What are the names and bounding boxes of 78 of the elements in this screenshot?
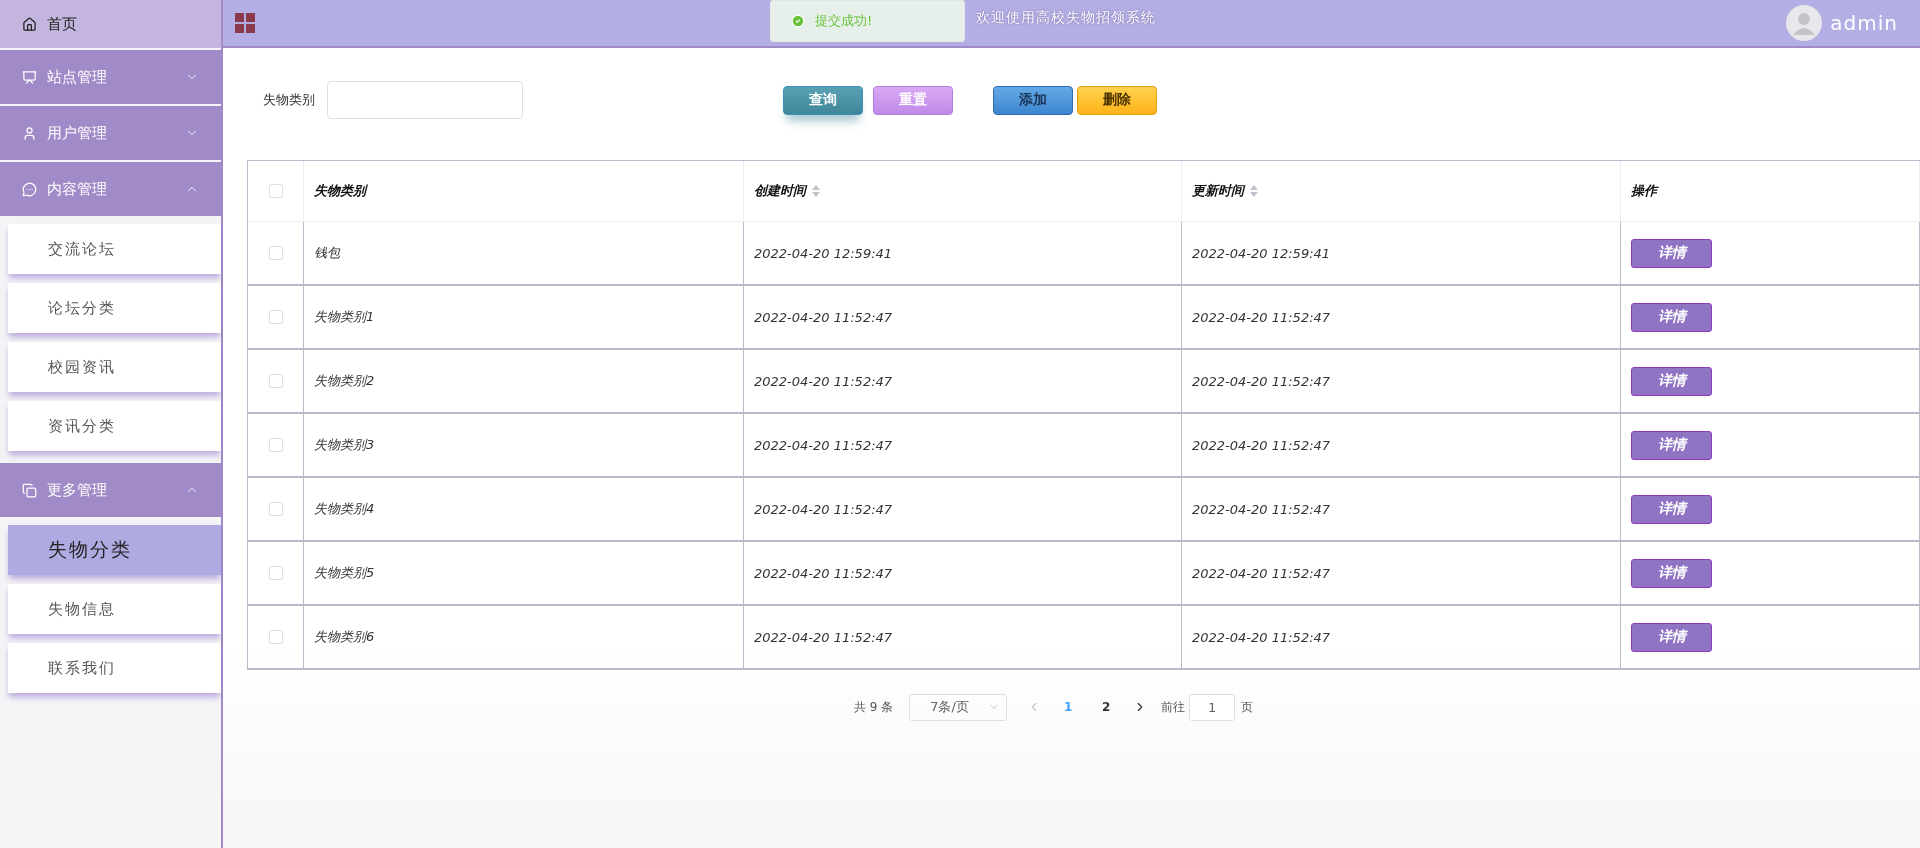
sidebar-item[interactable]: 交流论坛 xyxy=(8,224,221,274)
success-icon xyxy=(791,14,805,28)
copy-icon xyxy=(22,482,37,498)
table-cell: 2022-04-20 11:52:47 xyxy=(1192,309,1331,325)
row-checkbox[interactable] xyxy=(268,310,283,324)
table-cell: 2022-04-20 11:52:47 xyxy=(754,629,893,645)
row-checkbox[interactable] xyxy=(268,374,283,388)
table-cell: 失物类别2 xyxy=(314,372,375,390)
table-cell: 2022-04-20 11:52:47 xyxy=(1192,565,1331,581)
row-checkbox[interactable] xyxy=(268,502,283,516)
sidebar-group[interactable]: 用户管理 xyxy=(0,106,221,160)
details-button[interactable]: 详情 xyxy=(1631,622,1712,652)
details-button[interactable]: 详情 xyxy=(1631,238,1712,268)
column-header: 更新时间 xyxy=(1192,182,1244,200)
search-button[interactable]: 查询 xyxy=(783,85,863,115)
table-cell: 钱包 xyxy=(314,244,340,262)
sidebar-group[interactable]: 内容管理 xyxy=(0,162,221,216)
details-button[interactable]: 详情 xyxy=(1631,430,1712,460)
sidebar-group[interactable]: 站点管理 xyxy=(0,50,221,104)
sidebar-item[interactable]: 论坛分类 xyxy=(8,283,221,333)
table-cell: 失物类别1 xyxy=(314,308,375,326)
sidebar-group[interactable]: 更多管理 xyxy=(0,463,221,517)
goto-label: 前往 xyxy=(1161,698,1186,716)
page-suffix: 页 xyxy=(1241,698,1254,716)
reset-button[interactable]: 重置 xyxy=(873,85,953,115)
table-cell: 2022-04-20 12:59:41 xyxy=(754,245,893,261)
details-button[interactable]: 详情 xyxy=(1631,558,1712,588)
chat-bubble-icon xyxy=(22,181,37,197)
table-cell: 失物类别3 xyxy=(314,436,375,454)
page-size-select[interactable]: 7条/页 xyxy=(909,693,1008,721)
page-number[interactable]: 1 xyxy=(1049,700,1088,714)
table-cell: 2022-04-20 12:59:41 xyxy=(1192,245,1331,261)
sidebar-item[interactable]: 首页 xyxy=(0,0,221,48)
sidebar-item[interactable]: 联系我们 xyxy=(8,643,221,693)
table-cell: 2022-04-20 11:52:47 xyxy=(754,373,893,389)
table-cell: 2022-04-20 11:52:47 xyxy=(754,437,893,453)
sidebar-item[interactable]: 资讯分类 xyxy=(8,401,221,451)
home-icon xyxy=(22,16,37,32)
total-count: 共 9 条 xyxy=(853,698,894,716)
table-cell: 失物类别6 xyxy=(314,628,375,646)
row-checkbox[interactable] xyxy=(268,438,283,452)
table-cell: 失物类别5 xyxy=(314,564,375,582)
field-label: 失物类别 xyxy=(263,91,315,109)
add-button[interactable]: 添加 xyxy=(993,85,1073,115)
sidebar-item[interactable]: 失物信息 xyxy=(8,584,221,634)
sidebar-item[interactable]: 失物分类 xyxy=(8,525,221,575)
table-cell: 2022-04-20 11:52:47 xyxy=(754,309,893,325)
table-cell: 失物类别4 xyxy=(314,500,375,518)
avatar-icon[interactable] xyxy=(1786,5,1823,41)
system-title: 欢迎使用高校失物招领系统 xyxy=(976,9,1156,27)
row-checkbox[interactable] xyxy=(268,566,283,580)
row-checkbox[interactable] xyxy=(268,630,283,644)
select-all-checkbox[interactable] xyxy=(268,184,283,198)
row-checkbox[interactable] xyxy=(268,246,283,260)
table-cell: 2022-04-20 11:52:47 xyxy=(754,501,893,517)
table-cell: 2022-04-20 11:52:47 xyxy=(1192,373,1331,389)
delete-button[interactable]: 删除 xyxy=(1077,85,1157,115)
page-number[interactable]: 2 xyxy=(1087,700,1126,714)
user-icon xyxy=(22,125,37,141)
sort-icon[interactable] xyxy=(1250,185,1258,197)
sort-icon[interactable] xyxy=(812,185,820,197)
table-cell: 2022-04-20 11:52:47 xyxy=(754,565,893,581)
user-name[interactable]: admin xyxy=(1830,11,1898,35)
details-button[interactable]: 详情 xyxy=(1631,302,1712,332)
column-header: 失物类别 xyxy=(314,182,366,200)
table-cell: 2022-04-20 11:52:47 xyxy=(1192,501,1331,517)
toast-message: 提交成功! xyxy=(815,12,873,30)
column-header: 创建时间 xyxy=(754,182,806,200)
grid-icon[interactable] xyxy=(235,13,255,33)
sidebar-item[interactable]: 校园资讯 xyxy=(8,342,221,392)
column-header: 操作 xyxy=(1631,182,1657,200)
table-cell: 2022-04-20 11:52:47 xyxy=(1192,437,1331,453)
table-cell: 2022-04-20 11:52:47 xyxy=(1192,629,1331,645)
goto-page-field[interactable]: 1 xyxy=(1189,693,1236,721)
details-button[interactable]: 详情 xyxy=(1631,494,1712,524)
category-field[interactable] xyxy=(327,81,523,119)
presentation-board-icon xyxy=(22,69,37,85)
details-button[interactable]: 详情 xyxy=(1631,366,1712,396)
